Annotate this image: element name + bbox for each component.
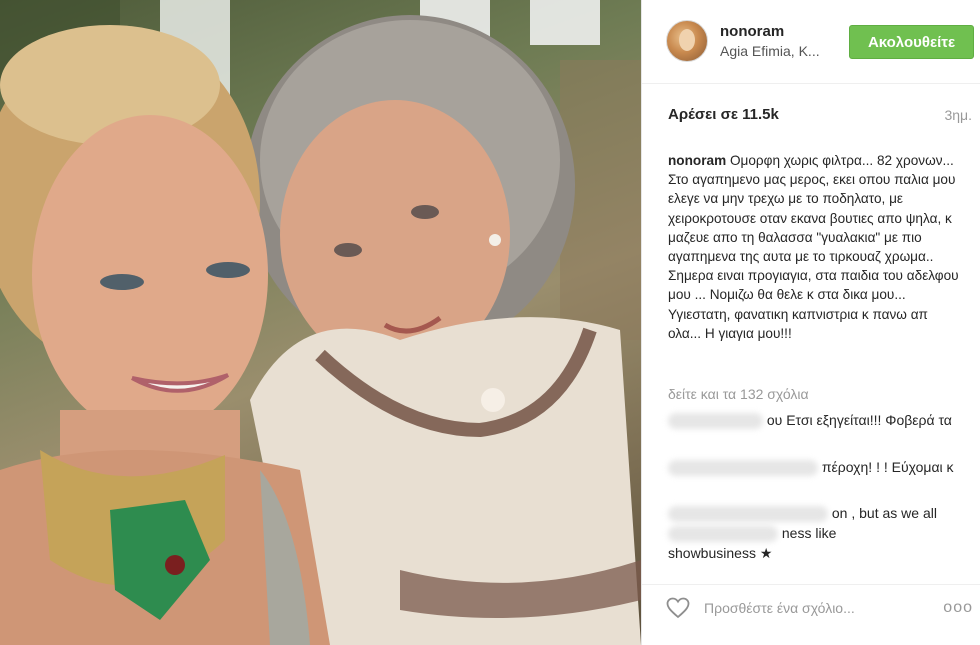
post-photo[interactable] xyxy=(0,0,641,645)
follow-button[interactable]: Ακολουθείτε xyxy=(849,25,974,59)
post-side-panel: nonoram Agia Efimia, K... Ακολουθείτε Αρ… xyxy=(641,0,980,645)
comment-text-line1: on , but as we all xyxy=(831,505,937,521)
comment-text-line3: showbusiness ★ xyxy=(668,545,773,561)
comment-footer: ooo xyxy=(642,584,980,629)
blurred-username xyxy=(668,460,818,477)
comment-text: πέροχη! ! ! Εύχομαι κ xyxy=(821,459,954,475)
more-options-button[interactable]: ooo xyxy=(943,599,973,617)
photo-image xyxy=(0,0,641,645)
blurred-username xyxy=(668,506,828,523)
post-header: nonoram Agia Efimia, K... Ακολουθείτε xyxy=(642,0,980,84)
comment-item: πέροχη! ! ! Εύχομαι κ xyxy=(668,457,964,477)
blurred-text xyxy=(668,526,778,543)
comment-item: on , but as we all ness like showbusines… xyxy=(668,503,964,563)
avatar[interactable] xyxy=(666,20,708,62)
caption-author[interactable]: nonoram xyxy=(668,153,726,168)
blurred-username xyxy=(668,413,763,430)
location-link[interactable]: Agia Efimia, K... xyxy=(720,43,840,59)
likes-count[interactable]: Αρέσει σε 11.5k xyxy=(668,106,779,123)
comment-text: ου Ετσι εξηγείται!!! Φοβερά τα xyxy=(766,412,952,428)
username-link[interactable]: nonoram xyxy=(720,23,784,40)
caption-text: Ομορφη χωρις φιλτρα... 82 χρονων... Στο … xyxy=(668,153,959,341)
comment-item: ου Ετσι εξηγείται!!! Φοβερά τα xyxy=(668,410,964,430)
add-comment-input[interactable] xyxy=(704,597,934,619)
comment-text-line2: ness like xyxy=(781,525,837,541)
post-caption: nonoram Ομορφη χωρις φιλτρα... 82 χρονων… xyxy=(668,151,964,343)
post-time[interactable]: 3ημ. xyxy=(944,107,972,123)
view-all-comments-link[interactable]: δείτε και τα 132 σχόλια xyxy=(668,386,809,402)
heart-outline-icon[interactable] xyxy=(666,597,690,619)
